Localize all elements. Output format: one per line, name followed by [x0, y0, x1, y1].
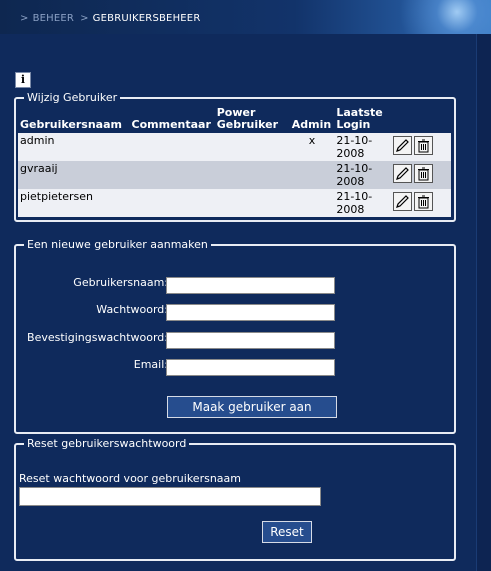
col-header-comment: Commentaar: [131, 118, 211, 131]
users-table: Gebruikersnaam Commentaar Power Gebruike…: [18, 107, 451, 217]
create-user-button[interactable]: Maak gebruiker aan: [167, 396, 337, 418]
edit-user-button[interactable]: [393, 164, 413, 183]
cell-power-user: [214, 189, 290, 217]
confirm-password-row: Bevestigingswachtwoord:: [16, 331, 456, 351]
breadcrumb: > BEHEER > GEBRUIKERSBEHEER: [20, 13, 200, 24]
col-header-power-user: Power Gebruiker: [216, 106, 278, 131]
breadcrumb-separator: >: [20, 13, 29, 24]
cell-username: admin: [18, 133, 130, 161]
edit-user-button[interactable]: [393, 192, 413, 211]
reset-password-legend: Reset gebruikerswachtwoord: [24, 437, 190, 450]
info-icon[interactable]: i: [15, 72, 31, 88]
password-label: Wachtwoord:: [96, 303, 168, 316]
edit-user-button[interactable]: [393, 136, 413, 155]
cell-comment: [129, 161, 215, 189]
password-row: Wachtwoord:: [16, 303, 456, 323]
create-user-fieldset: Een nieuwe gebruiker aanmaken Gebruikers…: [14, 238, 456, 434]
email-field[interactable]: [166, 359, 335, 376]
reset-username-field[interactable]: [19, 487, 321, 506]
cell-last-login: 21-10-2008: [334, 189, 392, 217]
cell-comment: [129, 133, 215, 161]
col-header-admin: Admin: [291, 118, 332, 131]
right-border: [476, 34, 491, 571]
confirm-password-label: Bevestigingswachtwoord:: [27, 331, 168, 344]
cell-power-user: [214, 161, 290, 189]
col-header-username: Gebruikersnaam: [20, 118, 122, 131]
pencil-icon: [396, 167, 409, 180]
create-user-legend: Een nieuwe gebruiker aanmaken: [24, 238, 211, 251]
delete-user-button[interactable]: [414, 164, 434, 183]
email-row: Email:: [16, 358, 456, 378]
col-header-actions: [391, 107, 451, 133]
pencil-icon: [396, 195, 409, 208]
username-row: Gebruikersnaam:: [16, 276, 456, 296]
pencil-icon: [396, 139, 409, 152]
cell-actions: [391, 189, 451, 217]
confirm-password-field[interactable]: [166, 332, 335, 349]
cell-power-user: [214, 133, 290, 161]
table-row: gvraaij 21-10-2008: [18, 161, 451, 189]
cell-actions: [391, 161, 451, 189]
reset-password-fieldset: Reset gebruikerswachtwoord Reset wachtwo…: [14, 437, 456, 561]
email-label: Email:: [133, 358, 168, 371]
trash-icon: [418, 139, 430, 153]
trash-icon: [418, 195, 430, 209]
cell-comment: [129, 189, 215, 217]
delete-user-button[interactable]: [414, 136, 434, 155]
delete-user-button[interactable]: [414, 192, 434, 211]
username-field[interactable]: [166, 277, 335, 294]
header-decoration: [391, 0, 491, 34]
reset-username-label: Reset wachtwoord voor gebruikersnaam: [19, 472, 241, 485]
header-bar: > BEHEER > GEBRUIKERSBEHEER: [0, 0, 491, 34]
breadcrumb-separator: >: [80, 13, 89, 24]
table-row: pietpietersen 21-10-2008: [18, 189, 451, 217]
cell-username: pietpietersen: [18, 189, 130, 217]
col-header-last-login: Laatste Login: [336, 106, 383, 131]
cell-username: gvraaij: [18, 161, 130, 189]
cell-last-login: 21-10-2008: [334, 161, 392, 189]
cell-last-login: 21-10-2008: [334, 133, 392, 161]
cell-admin: x: [289, 133, 335, 161]
password-field[interactable]: [166, 304, 335, 321]
table-header-row: Gebruikersnaam Commentaar Power Gebruike…: [18, 107, 451, 133]
trash-icon: [418, 167, 430, 181]
username-label: Gebruikersnaam:: [73, 276, 168, 289]
cell-actions: [391, 133, 451, 161]
reset-button[interactable]: Reset: [262, 521, 312, 543]
breadcrumb-current: GEBRUIKERSBEHEER: [92, 13, 201, 24]
users-legend: Wijzig Gebruiker: [24, 91, 121, 104]
users-fieldset: Wijzig Gebruiker Gebruikersnaam Commenta…: [14, 91, 456, 222]
table-row: admin x 21-10-2008: [18, 133, 451, 161]
cell-admin: [289, 161, 335, 189]
breadcrumb-beheer-link[interactable]: BEHEER: [33, 13, 74, 24]
cell-admin: [289, 189, 335, 217]
